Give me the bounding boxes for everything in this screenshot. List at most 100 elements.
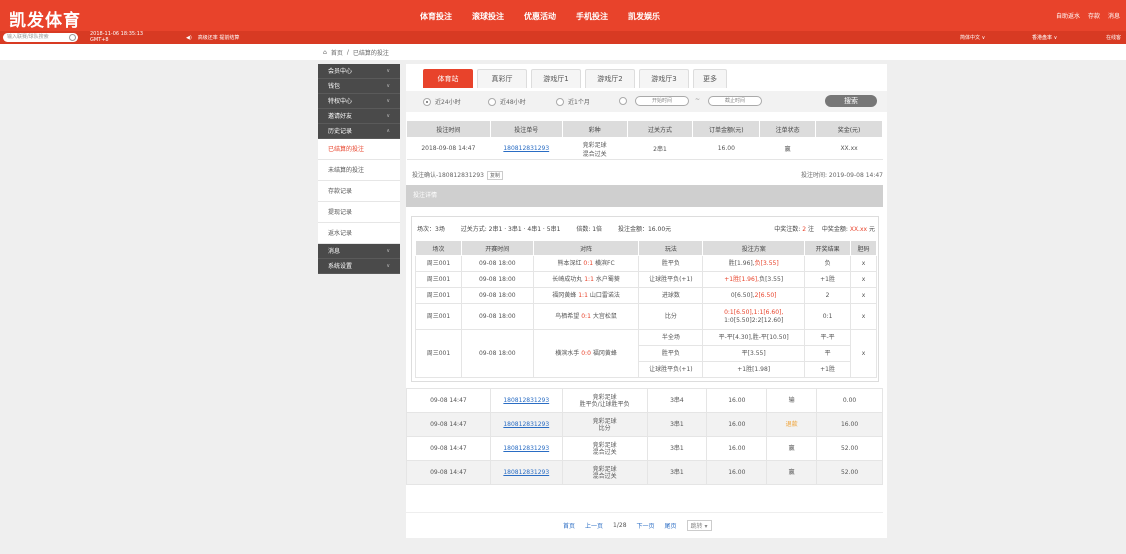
bet-time: 2018-09-08 14:47 — [406, 137, 491, 160]
start-date-field[interactable]: 开始时间 — [635, 96, 689, 106]
sidebar-item-deposit[interactable]: 存款记录 — [318, 181, 400, 202]
table-row[interactable]: 2018-09-08 14:47 180812831293 竞彩足球 混合过关 2… — [406, 137, 883, 160]
breadcrumb-separator: / — [346, 49, 349, 56]
sidebar-item-rebate[interactable]: 返水记录 — [318, 223, 400, 244]
order-amount: 16.00 — [706, 460, 768, 485]
end-date-field[interactable]: 截止时间 — [708, 96, 762, 106]
sidebar-item-wallet[interactable]: 钱包 ∨ — [318, 79, 400, 94]
prev-page-link[interactable]: 上一页 — [585, 521, 603, 530]
radio-custom[interactable] — [619, 97, 627, 105]
match-time: 09-08 18:00 — [460, 255, 534, 272]
tab-more[interactable]: 更多 — [693, 69, 727, 88]
order-amount: 16.00 — [692, 137, 760, 160]
column-header: 过关方式 — [626, 120, 694, 138]
chevron-down-icon: ▾ — [704, 523, 708, 530]
odds-select[interactable]: 香港盘率 ∨ — [1032, 34, 1057, 41]
lottery-type: 竞彩足球 — [592, 465, 617, 473]
plan-option-hit: +1胜[1.96], — [724, 275, 760, 283]
bet-time: 09-08 14:47 — [406, 412, 491, 437]
table-row[interactable]: 09-08 14:47 180812831293 竞彩足球 胜平负/让球胜平负 3… — [406, 388, 883, 413]
multiplier: 倍数: 1倍 — [576, 226, 603, 233]
tab-game-hall-2[interactable]: 游戏厅2 — [585, 69, 635, 88]
table-row[interactable]: 09-08 14:47 180812831293 竞彩足球 混合过关 3串1 16… — [406, 436, 883, 461]
match-no: 周三001 — [415, 303, 462, 330]
matchup: 长崎成功丸 1:1 水户蜀葵 — [532, 271, 640, 288]
lottery-type-cell: 竞彩足球 混合过关 — [561, 460, 648, 485]
score: 0:1 — [581, 312, 591, 320]
tab-game-hall-1[interactable]: 游戏厅1 — [531, 69, 581, 88]
first-page-link[interactable]: 首页 — [563, 521, 575, 530]
column-header: 奖金(元) — [815, 120, 883, 138]
pagination-controls: 首页 上一页 1/28 下一页 尾页 跳转 ▾ — [563, 520, 712, 531]
radio-24h[interactable]: 近24小时 — [423, 97, 461, 106]
order-number-link[interactable]: 180812831293 — [503, 397, 549, 404]
column-header: 开赛时间 — [460, 240, 534, 256]
search-icon[interactable] — [69, 34, 76, 41]
plan-option-hit: 0:1[6.50],1:1[6.60], — [724, 308, 784, 316]
tab-sports[interactable]: 体育站 — [423, 69, 473, 88]
copy-button[interactable]: 复制 — [486, 171, 503, 180]
match-time: 09-08 18:00 — [460, 303, 534, 330]
lottery-type: 竞彩足球 — [592, 417, 617, 425]
jump-label: 跳转 — [690, 523, 703, 530]
lottery-type-cell: 竞彩足球 比分 — [561, 412, 648, 437]
radio-1month[interactable]: 近1个月 — [556, 97, 590, 106]
sidebar-item-withdraw[interactable]: 提现记录 — [318, 202, 400, 223]
banker-mark: x — [850, 255, 877, 272]
search-button[interactable]: 搜索 — [825, 95, 877, 107]
language-select[interactable]: 简体中文 ∨ — [960, 34, 985, 41]
pass-type: 3串1 — [646, 412, 708, 437]
message-link[interactable]: 消息 — [1108, 11, 1120, 20]
sidebar-item-invite[interactable]: 邀请好友 ∨ — [318, 109, 400, 124]
nav-live[interactable]: 滚球投注 — [472, 11, 504, 22]
nav-mobile[interactable]: 手机投注 — [576, 11, 608, 22]
nav-sports[interactable]: 体育投注 — [420, 11, 452, 22]
jump-page-select[interactable]: 跳转 ▾ — [686, 520, 712, 531]
sidebar-item-settings[interactable]: 系统设置 ∨ — [318, 259, 400, 274]
table-row: 周三001 09-08 18:00 横滨水手 0:0 福冈黄蜂 半全场 平-平[… — [415, 329, 877, 378]
radio-48h[interactable]: 近48小时 — [488, 97, 526, 106]
draw-result: 负 — [804, 255, 852, 272]
sidebar-item-settled[interactable]: 已结算的投注 — [318, 139, 400, 160]
order-number-link[interactable]: 180812831293 — [503, 469, 549, 476]
bet-detail-header: 投注详情 — [406, 185, 883, 207]
last-page-link[interactable]: 尾页 — [665, 521, 677, 530]
tab-lottery-hall[interactable]: 真彩厅 — [477, 69, 527, 88]
rebate-link[interactable]: 自助返水 — [1056, 11, 1080, 20]
status-badge: 赢 — [766, 460, 818, 485]
sidebar-item-message[interactable]: 消息 ∨ — [318, 244, 400, 259]
table-row[interactable]: 09-08 14:47 180812831293 竞彩足球 混合过关 3串1 16… — [406, 460, 883, 485]
draw-result: 2 — [804, 287, 852, 304]
tab-game-hall-3[interactable]: 游戏厅3 — [639, 69, 689, 88]
bet-time: 09-08 14:47 — [406, 460, 491, 485]
home-icon[interactable]: ⌂ — [323, 49, 327, 56]
breadcrumb-home[interactable]: 首页 — [331, 48, 343, 57]
order-number-link[interactable]: 180812831293 — [503, 445, 549, 452]
deposit-link[interactable]: 存款 — [1088, 11, 1100, 20]
bet-time: 09-08 14:47 — [406, 388, 491, 413]
sidebar-item-unsettled[interactable]: 未结算的投注 — [318, 160, 400, 181]
column-header: 投注单号 — [489, 120, 563, 138]
next-page-link[interactable]: 下一页 — [637, 521, 655, 530]
column-header: 开奖结果 — [804, 240, 852, 256]
plan-option-hit: 负[3.55] — [754, 259, 779, 267]
order-number-link[interactable]: 180812831293 — [503, 421, 549, 428]
online-service-link[interactable]: 在线客 — [1106, 34, 1121, 41]
bet-detail-box: 场次：3场 过关方式: 2串1 · 3串1 · 4串1 · 5串1 倍数: 1倍… — [411, 216, 879, 382]
search-input[interactable]: 输入联赛/球队搜索 — [3, 33, 78, 42]
order-number-link[interactable]: 180812831293 — [503, 145, 549, 152]
away-team: 横滨FC — [595, 259, 615, 267]
sidebar-item-member[interactable]: 会员中心 ∨ — [318, 64, 400, 79]
chevron-down-icon: ∨ — [386, 113, 390, 119]
nav-casino[interactable]: 凯发娱乐 — [628, 11, 660, 22]
sub-bar: 输入联赛/球队搜索 2018-11-06 18:35:13 GMT+8 ◀) 高… — [0, 31, 1126, 44]
sidebar-item-history[interactable]: 历史记录 ∧ — [318, 124, 400, 139]
speaker-icon: ◀) — [186, 34, 192, 41]
sidebar-item-privilege[interactable]: 特权中心 ∨ — [318, 94, 400, 109]
chevron-down-icon: ∨ — [386, 248, 390, 254]
site-logo[interactable]: 凯发体育 — [9, 6, 81, 31]
table-row[interactable]: 09-08 14:47 180812831293 竞彩足球 比分 3串1 16.0… — [406, 412, 883, 437]
lottery-type-cell: 竞彩足球 混合过关 — [562, 137, 628, 160]
nav-promotions[interactable]: 优惠活动 — [524, 11, 556, 22]
plan-option: 1:0[5.50]2:2[12.60] — [724, 316, 784, 324]
